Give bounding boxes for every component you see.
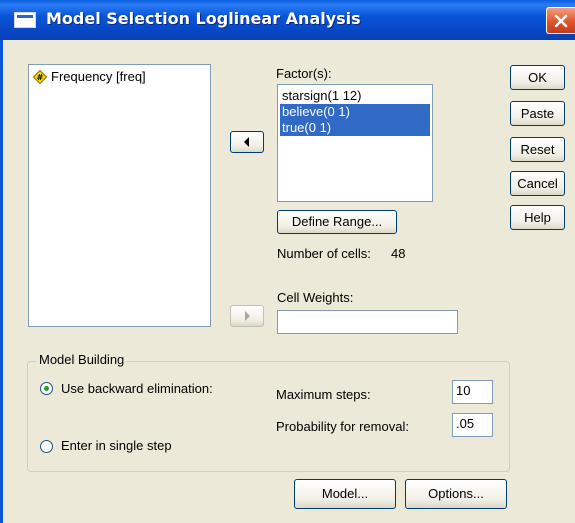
cell-weights-label: Cell Weights:: [277, 290, 354, 305]
window-border: [0, 40, 3, 523]
options-button[interactable]: Options...: [405, 479, 507, 509]
title-bar[interactable]: Model Selection Loglinear Analysis: [0, 0, 575, 40]
backward-elimination-radio[interactable]: [40, 382, 53, 395]
backward-elimination-label[interactable]: Use backward elimination:: [61, 381, 213, 396]
help-button[interactable]: Help: [510, 205, 565, 230]
window-icon: [14, 12, 36, 28]
move-left-button[interactable]: [230, 131, 264, 153]
close-icon: [554, 14, 568, 28]
probability-removal-field[interactable]: .05: [452, 413, 493, 437]
factors-label: Factor(s):: [276, 66, 332, 81]
source-variable-list[interactable]: # Frequency [freq]: [28, 64, 211, 327]
factors-list[interactable]: starsign(1 12) believe(0 1) true(0 1): [277, 84, 433, 202]
paste-button[interactable]: Paste: [510, 101, 565, 126]
reset-button[interactable]: Reset: [510, 137, 565, 162]
arrow-left-icon: [244, 137, 249, 147]
variable-label: Frequency [freq]: [51, 69, 146, 84]
list-item[interactable]: # Frequency [freq]: [33, 69, 146, 84]
define-range-button[interactable]: Define Range...: [277, 210, 397, 234]
model-building-title: Model Building: [36, 352, 128, 367]
move-right-button[interactable]: [230, 305, 264, 327]
factor-item-starsign[interactable]: starsign(1 12): [280, 88, 430, 104]
factor-item-true[interactable]: true(0 1): [280, 120, 430, 136]
factor-item-believe[interactable]: believe(0 1): [280, 104, 430, 120]
model-building-group: [27, 361, 510, 472]
cancel-button[interactable]: Cancel: [510, 171, 565, 196]
model-button[interactable]: Model...: [294, 479, 396, 509]
maximum-steps-field[interactable]: 10: [452, 380, 493, 404]
cell-weights-field[interactable]: [277, 310, 458, 334]
single-step-label[interactable]: Enter in single step: [61, 438, 172, 453]
arrow-right-icon: [245, 311, 250, 321]
single-step-radio[interactable]: [40, 440, 53, 453]
window-title: Model Selection Loglinear Analysis: [46, 9, 361, 28]
scale-variable-icon: #: [33, 69, 47, 84]
probability-removal-label: Probability for removal:: [276, 419, 409, 434]
svg-text:#: #: [37, 73, 44, 82]
number-of-cells-label: Number of cells:: [277, 246, 371, 261]
close-button[interactable]: [546, 7, 575, 34]
maximum-steps-label: Maximum steps:: [276, 387, 371, 402]
ok-button[interactable]: OK: [510, 65, 565, 90]
number-of-cells-value: 48: [391, 246, 406, 261]
